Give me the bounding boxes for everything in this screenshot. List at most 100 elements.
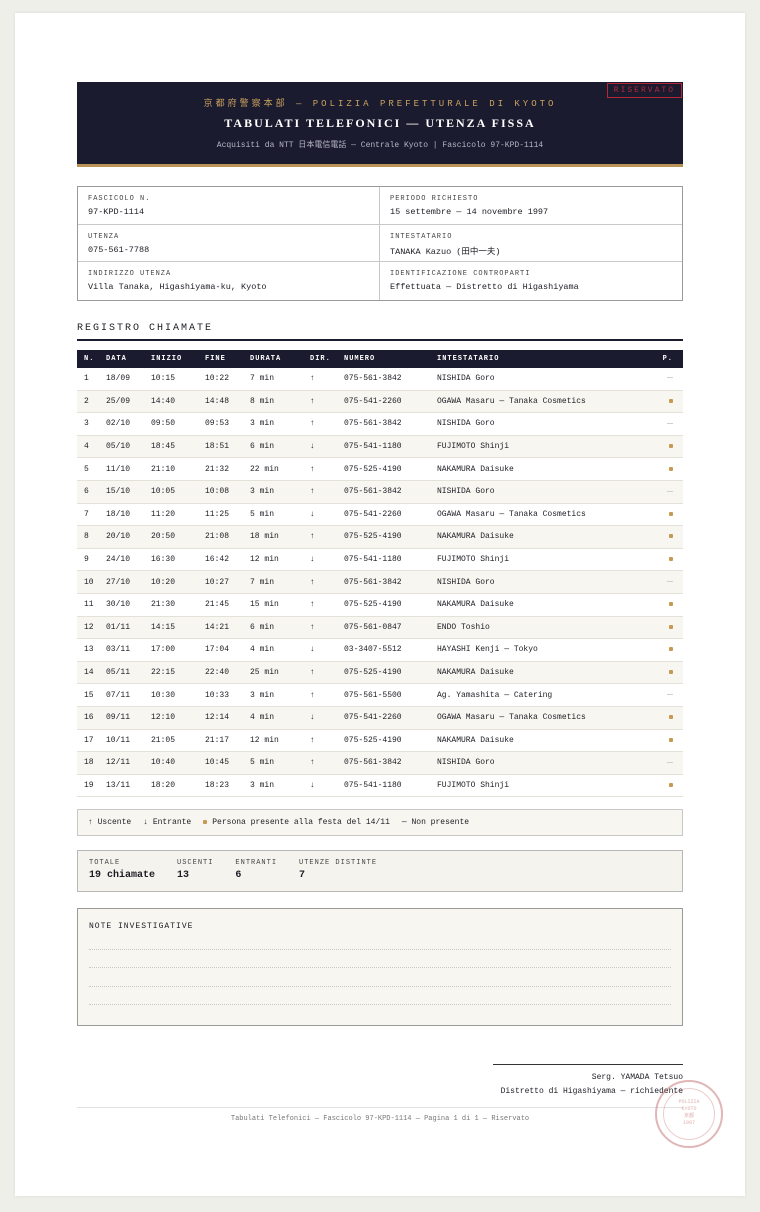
col-numero: NUMERO	[344, 354, 376, 363]
cell-presente	[655, 774, 683, 798]
cell-presente	[655, 435, 683, 459]
cell-presente	[655, 638, 683, 662]
table-row: 18 12/11 10:40 10:45 5 min ↑ 075-561-3842 NISHI…	[77, 751, 683, 775]
cell-intestatario: ENDO Toshio	[430, 616, 656, 640]
table-row: 4 05/10 18:45 18:51 6 min ↓ 075-541-1180 FUJIMO…	[77, 435, 683, 459]
cell-intestatario: NAKAMURA Daisuke	[430, 525, 656, 549]
total-calls: TOTALE 19 chiamate	[89, 859, 155, 891]
signature-name: Serg. YAMADA Tetsuo	[591, 1073, 683, 1082]
table-row: 8 20/10 20:50 21:08 18 min ↑ 075-525-4190 NAKAM…	[77, 525, 683, 549]
cell-fine: 16:42	[198, 548, 243, 572]
cell-durata: 6 min	[243, 616, 303, 640]
cell-n: 5	[77, 457, 99, 481]
cell-dir: ↑	[303, 683, 337, 707]
info-indirizzo: INDIRIZZO UTENZA Villa Tanaka, Higashiya…	[78, 262, 380, 300]
col-durata: DURATA	[250, 354, 282, 363]
table-row: 6 15/10 10:05 10:08 3 min ↑ 075-561-3842 NISHID…	[77, 480, 683, 504]
cell-inizio: 17:00	[144, 638, 198, 662]
present-dot-icon	[669, 444, 673, 449]
cell-n: 15	[77, 683, 99, 707]
table-row: 12 01/11 14:15 14:21 6 min ↑ 075-561-0847 ENDO …	[77, 616, 683, 640]
cell-numero: 075-525-4190	[337, 457, 430, 481]
cell-dir: ↑	[303, 412, 337, 436]
cell-fine: 21:08	[198, 525, 243, 549]
document-header: 京都府警察本部 — POLIZIA PREFETTURALE DI KYOTO …	[77, 82, 683, 167]
cell-numero: 075-561-0847	[337, 616, 430, 640]
cell-numero: 03-3407-5512	[337, 638, 430, 662]
info-label: FASCICOLO N.	[88, 195, 151, 203]
cell-numero: 075-541-2260	[337, 503, 430, 527]
cell-inizio: 10:30	[144, 683, 198, 707]
cell-data: 02/10	[99, 412, 144, 436]
cell-durata: 5 min	[243, 751, 303, 775]
cell-intestatario: FUJIMOTO Shinji	[430, 774, 656, 798]
present-dot-icon	[203, 820, 208, 825]
note-line	[89, 987, 671, 1006]
cell-intestatario: HAYASHI Kenji — Tokyo	[430, 638, 656, 662]
cell-intestatario: Ag. Yamashita — Catering	[430, 683, 656, 707]
present-dot-icon	[669, 670, 673, 675]
cell-intestatario: NISHIDA Goro	[430, 367, 656, 391]
cell-data: 27/10	[99, 570, 144, 594]
table-row: 7 18/10 11:20 11:25 5 min ↓ 075-541-2260 OGAWA …	[77, 503, 683, 527]
cell-inizio: 22:15	[144, 661, 198, 685]
present-dot-icon	[669, 534, 673, 539]
cell-n: 14	[77, 661, 99, 685]
cell-intestatario: NAKAMURA Daisuke	[430, 593, 656, 617]
cell-durata: 6 min	[243, 435, 303, 459]
cell-data: 05/10	[99, 435, 144, 459]
cell-presente	[655, 548, 683, 572]
absent-dash-icon	[667, 490, 673, 492]
table-row: 1 18/09 10:15 10:22 7 min ↑ 075-561-3842 NISHID…	[77, 367, 683, 391]
absent-dash-icon	[667, 377, 673, 379]
present-dot-icon	[669, 737, 673, 742]
table-row: 9 24/10 16:30 16:42 12 min ↓ 075-541-1180 FUJIM…	[77, 548, 683, 572]
cell-n: 1	[77, 367, 99, 391]
cell-n: 4	[77, 435, 99, 459]
cell-data: 11/10	[99, 457, 144, 481]
table-row: 14 05/11 22:15 22:40 25 min ↑ 075-525-4190 NAKA…	[77, 661, 683, 685]
cell-data: 10/11	[99, 729, 144, 753]
total-label: ENTRANTI	[235, 859, 278, 868]
cell-data: 25/09	[99, 390, 144, 414]
cell-presente	[655, 729, 683, 753]
cell-fine: 10:22	[198, 367, 243, 391]
cell-inizio: 14:40	[144, 390, 198, 414]
total-distinct: UTENZE DISTINTE 7	[299, 859, 377, 891]
col-inizio: INIZIO	[151, 354, 183, 363]
cell-data: 03/11	[99, 638, 144, 662]
cell-numero: 075-561-3842	[337, 751, 430, 775]
legend-outgoing: ↑ Uscente	[88, 818, 132, 828]
table-row: 5 11/10 21:10 21:32 22 min ↑ 075-525-4190 NAKAM…	[77, 457, 683, 481]
cell-inizio: 11:20	[144, 503, 198, 527]
table-row: 10 27/10 10:20 10:27 7 min ↑ 075-561-3842 NISHI…	[77, 570, 683, 594]
cell-data: 05/11	[99, 661, 144, 685]
present-dot-icon	[669, 624, 673, 629]
absent-dash-icon	[667, 581, 673, 583]
cell-fine: 10:45	[198, 751, 243, 775]
cell-fine: 18:23	[198, 774, 243, 798]
cell-dir: ↓	[303, 638, 337, 662]
info-label: UTENZA	[88, 232, 120, 241]
cell-durata: 4 min	[243, 706, 303, 730]
document-sheet: 京都府警察本部 — POLIZIA PREFETTURALE DI KYOTO …	[15, 13, 745, 1196]
cell-data: 01/11	[99, 616, 144, 640]
info-label: INTESTATARIO	[390, 232, 453, 241]
legend-absent: — Non presente	[401, 818, 470, 828]
cell-inizio: 21:05	[144, 729, 198, 753]
cell-inizio: 10:40	[144, 751, 198, 775]
cell-n: 17	[77, 729, 99, 753]
cell-presente	[655, 570, 683, 594]
info-label: PERIODO RICHIESTO	[390, 195, 479, 203]
cell-intestatario: FUJIMOTO Shinji	[430, 548, 656, 572]
cell-data: 12/11	[99, 751, 144, 775]
cell-durata: 15 min	[243, 593, 303, 617]
cell-n: 6	[77, 480, 99, 504]
cell-numero: 075-541-1180	[337, 548, 430, 572]
col-n: N.	[84, 354, 95, 363]
table-row: 13 03/11 17:00 17:04 4 min ↓ 03-3407-5512 HAYAS…	[77, 638, 683, 662]
cell-durata: 12 min	[243, 729, 303, 753]
present-dot-icon	[669, 715, 673, 720]
cell-dir: ↓	[303, 503, 337, 527]
note-line	[89, 950, 671, 969]
